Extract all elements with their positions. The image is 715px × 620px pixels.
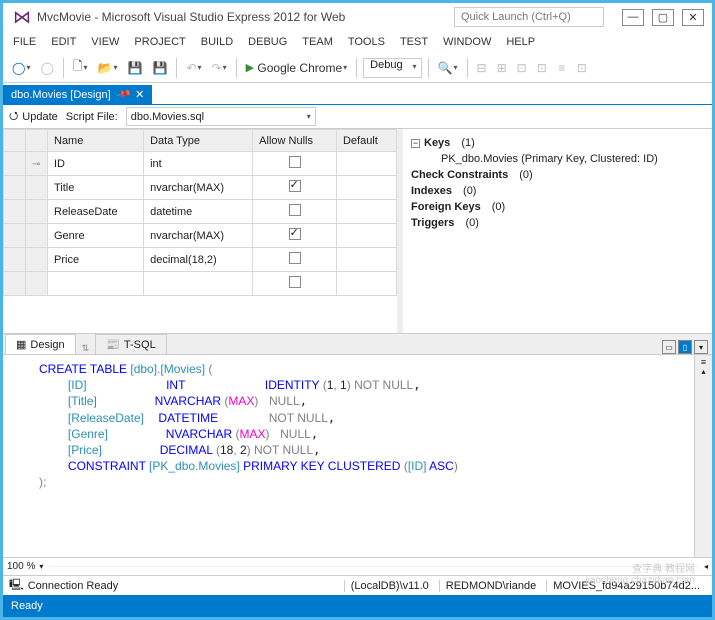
update-button[interactable]: ⭯ Update xyxy=(9,107,58,126)
sql-editor[interactable]: CREATE TABLE [dbo].[Movies] ( [ID] INT I… xyxy=(3,355,694,557)
grid-row[interactable]: Genrenvarchar(MAX) xyxy=(4,224,397,248)
pin-icon[interactable]: 📌 xyxy=(115,87,131,103)
nav-back-button[interactable]: ◯▾ xyxy=(9,57,33,79)
close-button[interactable]: ✕ xyxy=(682,9,704,26)
new-item-button[interactable]: 🗋▾ xyxy=(70,57,91,79)
sql-editor-area: CREATE TABLE [dbo].[Movies] ( [ID] INT I… xyxy=(3,355,712,557)
key-item[interactable]: PK_dbo.Movies (Primary Key, Clustered: I… xyxy=(411,151,704,167)
tb-extra-1[interactable]: ⊟ xyxy=(474,57,490,79)
menu-edit[interactable]: EDIT xyxy=(51,36,76,48)
save-all-button[interactable]: 💾 xyxy=(149,57,170,79)
allownulls-check[interactable] xyxy=(289,228,301,240)
undo-button[interactable]: ↶▾ xyxy=(183,57,204,79)
main-toolbar: ◯▾ ◯ 🗋▾ 📂▾ 💾 💾 ↶▾ ↷▾ ▶ Google Chrome▾ De… xyxy=(3,53,712,83)
tb-extra-4[interactable]: ⊡ xyxy=(534,57,550,79)
allownulls-check[interactable] xyxy=(289,156,301,168)
status-bar: Ready xyxy=(3,595,712,617)
scroll-left-icon[interactable]: ◂ xyxy=(704,562,708,571)
start-debug-button[interactable]: ▶ Google Chrome▾ xyxy=(243,57,351,79)
menubar: FILE EDIT VIEW PROJECT BUILD DEBUG TEAM … xyxy=(3,31,712,53)
update-icon: ⭯ xyxy=(9,107,18,126)
connection-icon: 🖳 xyxy=(9,576,24,595)
grid-row[interactable]: Titlenvarchar(MAX) xyxy=(4,176,397,200)
allownulls-check[interactable] xyxy=(289,276,301,288)
columns-grid[interactable]: Name Data Type Allow Nulls Default ⊸IDin… xyxy=(3,129,403,333)
menu-test[interactable]: TEST xyxy=(400,36,428,48)
grid-row[interactable]: ReleaseDatedatetime xyxy=(4,200,397,224)
close-tab-icon[interactable]: ✕ xyxy=(135,88,144,101)
collapse-icon[interactable]: − xyxy=(411,139,420,148)
nav-fwd-button[interactable]: ◯ xyxy=(37,57,56,79)
menu-project[interactable]: PROJECT xyxy=(134,36,185,48)
doc-tab-label: dbo.Movies [Design] xyxy=(11,89,111,101)
designer-toolbar: ⭯ Update Script File: dbo.Movies.sql xyxy=(3,105,712,129)
tab-tsql[interactable]: 📰T-SQL xyxy=(95,334,167,354)
script-file-combo[interactable]: dbo.Movies.sql xyxy=(126,107,316,126)
split-h-button[interactable]: ▭ xyxy=(662,340,676,354)
properties-panel: −Keys (1) PK_dbo.Movies (Primary Key, Cl… xyxy=(403,129,712,333)
grid-icon: ▦ xyxy=(16,338,26,351)
split-v-button[interactable]: ▯ xyxy=(678,340,692,354)
document-tabstrip: dbo.Movies [Design] 📌 ✕ xyxy=(3,83,712,105)
pane-menu-button[interactable]: ▾ xyxy=(694,340,708,354)
window-title: MvcMovie - Microsoft Visual Studio Expre… xyxy=(37,10,345,24)
browser-label: Google Chrome xyxy=(257,61,342,75)
col-header-name[interactable]: Name xyxy=(48,130,144,152)
scroll-up-icon[interactable]: ▴ xyxy=(701,367,705,376)
tab-scroll-icon[interactable]: ⇅ xyxy=(78,343,94,354)
find-button[interactable]: 🔍▾ xyxy=(435,57,461,79)
maximize-button[interactable]: ▢ xyxy=(652,9,674,26)
vertical-scrollbar[interactable]: ≡ ▴ xyxy=(694,355,712,557)
zoom-value[interactable]: 100 % xyxy=(7,561,35,572)
titlebar: ⋈ MvcMovie - Microsoft Visual Studio Exp… xyxy=(3,3,712,31)
inner-tabbar: ▦Design ⇅ 📰T-SQL ▭ ▯ ▾ xyxy=(3,333,712,355)
tb-extra-2[interactable]: ⊞ xyxy=(494,57,510,79)
vs-logo-icon: ⋈ xyxy=(13,7,31,28)
col-header-datatype[interactable]: Data Type xyxy=(144,130,253,152)
key-icon: ⊸ xyxy=(32,159,40,170)
save-button[interactable]: 💾 xyxy=(125,57,146,79)
split-handle-icon[interactable]: ≡ xyxy=(701,357,706,367)
grid-row[interactable]: ⊸IDint xyxy=(4,152,397,176)
server-name: (LocalDB)\v11.0 xyxy=(344,580,435,592)
menu-tools[interactable]: TOOLS xyxy=(348,36,385,48)
tb-extra-3[interactable]: ⊡ xyxy=(514,57,530,79)
grid-row[interactable]: Pricedecimal(18,2) xyxy=(4,248,397,272)
tb-extra-5[interactable]: ≡ xyxy=(554,57,570,79)
menu-build[interactable]: BUILD xyxy=(201,36,233,48)
user-name: REDMOND\riande xyxy=(439,580,542,592)
connection-status: Connection Ready xyxy=(28,580,119,592)
allownulls-check[interactable] xyxy=(289,252,301,264)
open-button[interactable]: 📂▾ xyxy=(95,57,121,79)
col-header-default[interactable]: Default xyxy=(336,130,396,152)
menu-help[interactable]: HELP xyxy=(506,36,535,48)
allownulls-check[interactable] xyxy=(289,180,301,192)
tab-design[interactable]: ▦Design xyxy=(5,334,76,354)
script-file-label: Script File: xyxy=(66,111,118,123)
menu-file[interactable]: FILE xyxy=(13,36,36,48)
tb-extra-6[interactable]: ⊡ xyxy=(574,57,590,79)
allownulls-check[interactable] xyxy=(289,204,301,216)
zoom-drop-icon[interactable]: ▾ xyxy=(39,562,43,571)
menu-debug[interactable]: DEBUG xyxy=(248,36,287,48)
grid-row-new[interactable] xyxy=(4,272,397,296)
redo-button[interactable]: ↷▾ xyxy=(209,57,230,79)
watermark: 查字典 教程网jiaocheng.chazidian.com xyxy=(585,564,695,586)
menu-team[interactable]: TEAM xyxy=(302,36,333,48)
status-text: Ready xyxy=(11,600,43,612)
sql-icon: 📰 xyxy=(106,338,120,351)
config-combo[interactable]: Debug xyxy=(363,58,421,78)
doc-tab-movies[interactable]: dbo.Movies [Design] 📌 ✕ xyxy=(3,85,152,104)
minimize-button[interactable]: — xyxy=(622,9,644,26)
designer-area: ⭯ Update Script File: dbo.Movies.sql Nam… xyxy=(3,105,712,333)
menu-window[interactable]: WINDOW xyxy=(443,36,491,48)
col-header-allownulls[interactable]: Allow Nulls xyxy=(253,130,337,152)
menu-view[interactable]: VIEW xyxy=(91,36,119,48)
quick-launch-input[interactable] xyxy=(454,7,604,27)
